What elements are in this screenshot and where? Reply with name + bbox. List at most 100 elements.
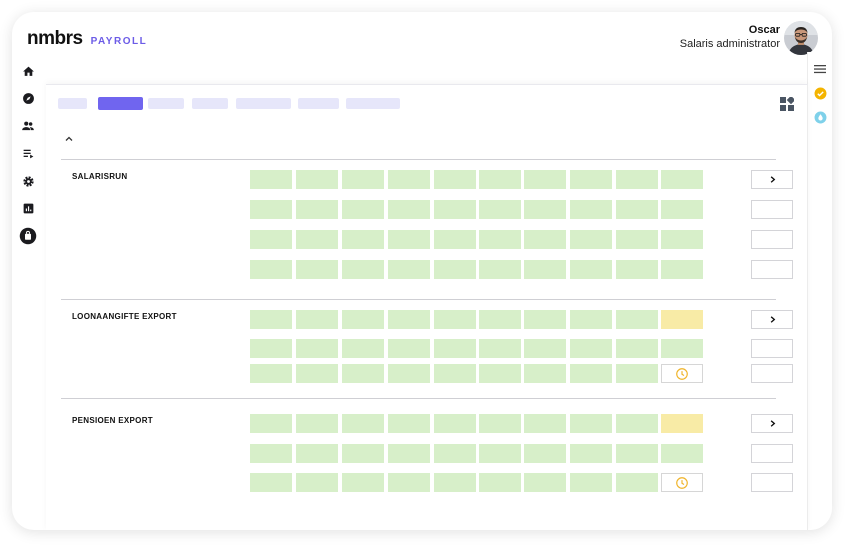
view-toggle-button[interactable] <box>780 95 796 111</box>
status-cell-clock <box>661 364 703 383</box>
status-cell-done <box>524 473 566 492</box>
list-icon <box>23 149 33 159</box>
status-cell-done <box>434 260 476 279</box>
open-row-button[interactable] <box>751 414 793 433</box>
nav-home[interactable] <box>19 62 37 80</box>
chevron-right-icon <box>770 420 775 427</box>
check-circle-icon <box>814 87 826 99</box>
status-cell-done <box>616 444 658 463</box>
status-cell-done <box>524 260 566 279</box>
status-cell-done <box>250 364 292 383</box>
user-info[interactable]: Oscar Salaris administrator <box>680 24 780 50</box>
status-cell-done <box>616 414 658 433</box>
status-cell-done <box>388 414 430 433</box>
status-cell-done <box>388 364 430 383</box>
status-cell-done <box>570 260 612 279</box>
status-cell-done <box>616 230 658 249</box>
status-cell-done <box>570 200 612 219</box>
status-cell-done <box>296 230 338 249</box>
status-cell-done <box>524 414 566 433</box>
status-cell-done <box>434 310 476 329</box>
row-action-button[interactable] <box>751 339 793 358</box>
status-cell-done <box>434 200 476 219</box>
tab-4[interactable] <box>192 98 228 109</box>
status-cell-done <box>296 414 338 433</box>
status-cell-done <box>342 339 384 358</box>
chart-icon <box>23 203 33 214</box>
status-cell-done <box>296 170 338 189</box>
status-cell-done <box>434 230 476 249</box>
row-action-button[interactable] <box>751 200 793 219</box>
right-help-button[interactable] <box>813 110 827 124</box>
status-cell-done <box>388 260 430 279</box>
status-cell-done <box>342 200 384 219</box>
tab-2[interactable] <box>98 97 143 110</box>
row-action-button[interactable] <box>751 260 793 279</box>
row-action-button[interactable] <box>751 444 793 463</box>
tab-5[interactable] <box>236 98 291 109</box>
status-cell-done <box>434 414 476 433</box>
nav-settings[interactable] <box>19 172 37 190</box>
row-action-button[interactable] <box>751 473 793 492</box>
status-cell-done <box>479 200 521 219</box>
open-row-button[interactable] <box>751 310 793 329</box>
tab-1[interactable] <box>58 98 87 109</box>
status-cell-done <box>342 473 384 492</box>
product-name: PAYROLL <box>90 36 148 47</box>
row-action-button[interactable] <box>751 364 793 383</box>
clock-icon <box>676 476 688 489</box>
status-cell-done <box>342 170 384 189</box>
status-cell-done <box>661 170 703 189</box>
status-cell-done <box>434 170 476 189</box>
nav-lists[interactable] <box>19 145 37 163</box>
right-tasks-button[interactable] <box>813 86 827 100</box>
status-cell-pending <box>661 310 703 329</box>
status-cell-done <box>616 310 658 329</box>
collapse-toggle[interactable] <box>64 131 74 141</box>
status-cell-done <box>434 339 476 358</box>
status-cell-done <box>296 364 338 383</box>
status-cell-done <box>250 339 292 358</box>
right-menu-button[interactable] <box>813 62 827 76</box>
chevron-right-icon <box>770 316 775 323</box>
status-cell-done <box>250 310 292 329</box>
tab-6[interactable] <box>298 98 339 109</box>
status-cell-done <box>296 473 338 492</box>
status-cell-done <box>388 473 430 492</box>
status-cell-done <box>296 339 338 358</box>
tab-7[interactable] <box>346 98 400 109</box>
grid-icon <box>780 95 796 111</box>
tab-3[interactable] <box>148 98 184 109</box>
status-cell-done <box>479 444 521 463</box>
compass-icon <box>22 93 34 104</box>
nav-explore[interactable] <box>19 90 37 108</box>
status-cell-done <box>616 200 658 219</box>
status-cell-done <box>616 473 658 492</box>
status-cell-done <box>524 339 566 358</box>
logo[interactable]: nmbrs PAYROLL <box>27 28 147 50</box>
status-cell-done <box>616 260 658 279</box>
status-cell-done <box>250 473 292 492</box>
open-row-button[interactable] <box>751 170 793 189</box>
status-cell-pending <box>661 414 703 433</box>
row-action-button[interactable] <box>751 230 793 249</box>
status-cell-done <box>342 260 384 279</box>
section-2: LOONAANGIFTE EXPORT <box>61 299 793 399</box>
status-cell-done <box>661 339 703 358</box>
status-cell-done <box>616 170 658 189</box>
status-cell-done <box>296 310 338 329</box>
avatar[interactable] <box>784 21 818 55</box>
clock-icon <box>676 367 688 380</box>
status-cell-done <box>250 260 292 279</box>
status-cell-clock <box>661 473 703 492</box>
brand-name: nmbrs <box>27 28 83 49</box>
nav-store[interactable] <box>19 227 37 245</box>
section-1: SALARISRUN <box>61 159 793 300</box>
status-cell-done <box>479 364 521 383</box>
nav-reports[interactable] <box>19 200 37 218</box>
status-cell-done <box>388 230 430 249</box>
status-cell-done <box>479 414 521 433</box>
main-panel: SALARISRUN LOONAANGIFTE EXPORT PENSIOEN EX… <box>46 84 808 530</box>
status-cell-done <box>296 260 338 279</box>
nav-people[interactable] <box>19 117 37 135</box>
